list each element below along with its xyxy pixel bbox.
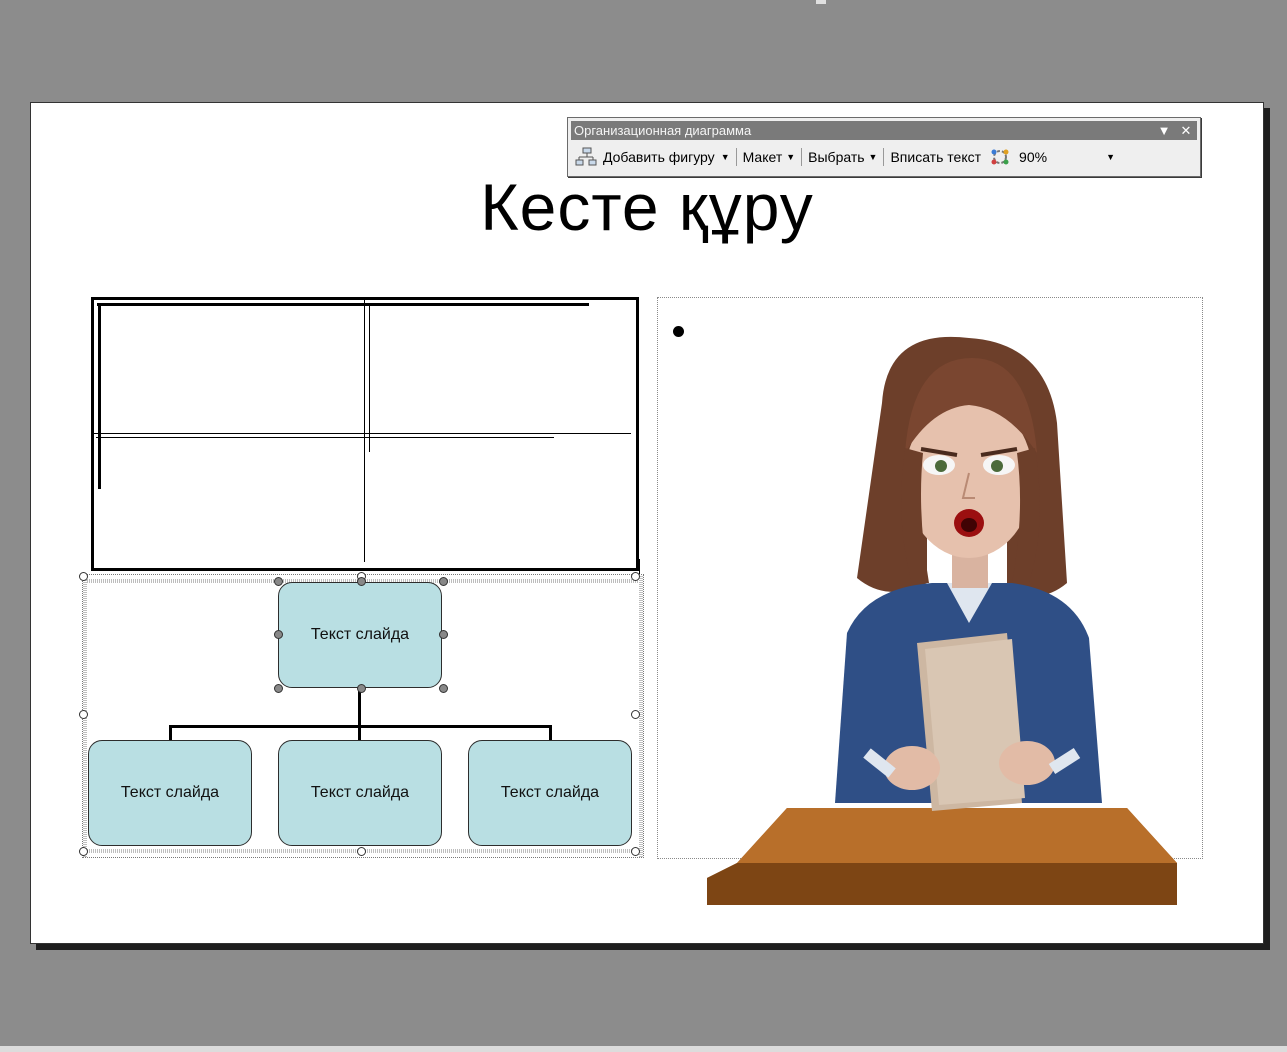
table-line <box>369 306 370 452</box>
org-box-right[interactable]: Текст слайда <box>468 740 632 846</box>
select-label: Выбрать <box>808 149 865 165</box>
org-chart-toolbar[interactable]: Организационная диаграмма ▼ ✕ Добавить ф… <box>567 117 1201 177</box>
autoformat-button[interactable] <box>985 146 1015 168</box>
box-handle[interactable] <box>357 684 366 693</box>
chevron-down-icon[interactable]: ▼ <box>1106 152 1119 162</box>
layout-label: Макет <box>742 149 783 165</box>
resize-handle[interactable] <box>357 847 366 856</box>
slide-title[interactable]: Кесте құру <box>31 169 1263 245</box>
close-icon[interactable]: ✕ <box>1175 123 1197 139</box>
top-edge-marker <box>816 0 826 4</box>
zoom-value: 90% <box>1019 149 1048 165</box>
resize-handle[interactable] <box>631 710 640 719</box>
add-shape-label: Добавить фигуру <box>603 149 715 165</box>
fit-text-label: Вписать текст <box>890 149 982 165</box>
org-connector <box>358 687 361 741</box>
org-box-top[interactable]: Текст слайда <box>278 582 442 688</box>
toolbar-title-bar[interactable]: Организационная диаграмма ▼ ✕ <box>571 121 1197 140</box>
table-drawing[interactable] <box>91 297 639 571</box>
toolbar-buttons: Добавить фигуру ▼ Макет ▼ Выбрать ▼ Впис… <box>571 144 1197 170</box>
toolbar-separator <box>801 148 803 166</box>
chevron-down-icon: ▼ <box>786 152 796 162</box>
slide-canvas[interactable]: Кесте құру Текст слайда Текст слайда Тек… <box>30 102 1264 944</box>
toolbar-separator <box>735 148 737 166</box>
org-connector <box>169 725 172 741</box>
toolbar-title: Организационная диаграмма <box>574 123 752 138</box>
chevron-down-icon: ▼ <box>868 152 878 162</box>
table-line <box>94 433 631 434</box>
table-line <box>98 305 101 489</box>
box-handle[interactable] <box>439 630 448 639</box>
autoformat-icon <box>991 149 1009 165</box>
org-connector <box>549 725 552 741</box>
resize-handle[interactable] <box>79 710 88 719</box>
chevron-down-icon[interactable]: ▼ <box>1153 123 1175 138</box>
box-handle[interactable] <box>274 630 283 639</box>
layout-button[interactable]: Макет ▼ <box>739 146 800 168</box>
status-strip <box>0 1046 1287 1052</box>
table-line <box>97 303 589 306</box>
select-button[interactable]: Выбрать ▼ <box>804 146 881 168</box>
teacher-illustration[interactable] <box>707 333 1181 905</box>
table-line <box>364 300 365 562</box>
bullet-point <box>673 326 684 337</box>
org-connector <box>169 725 552 728</box>
box-handle[interactable] <box>439 684 448 693</box>
box-handle[interactable] <box>274 684 283 693</box>
box-handle[interactable] <box>357 577 366 586</box>
org-box-center[interactable]: Текст слайда <box>278 740 442 846</box>
zoom-select[interactable]: 90% ▼ <box>1015 146 1119 168</box>
resize-handle[interactable] <box>79 572 88 581</box>
resize-handle[interactable] <box>631 847 640 856</box>
table-line <box>639 559 640 575</box>
box-handle[interactable] <box>274 577 283 586</box>
box-handle[interactable] <box>439 577 448 586</box>
resize-handle[interactable] <box>79 847 88 856</box>
fit-text-button[interactable]: Вписать текст <box>886 146 985 168</box>
resize-handle[interactable] <box>631 572 640 581</box>
org-box-left[interactable]: Текст слайда <box>88 740 252 846</box>
table-line <box>96 437 554 438</box>
chevron-down-icon[interactable]: ▼ <box>721 152 730 162</box>
add-shape-button[interactable]: Добавить фигуру ▼ <box>571 146 734 168</box>
org-shape-icon <box>575 147 597 166</box>
toolbar-separator <box>883 148 885 166</box>
